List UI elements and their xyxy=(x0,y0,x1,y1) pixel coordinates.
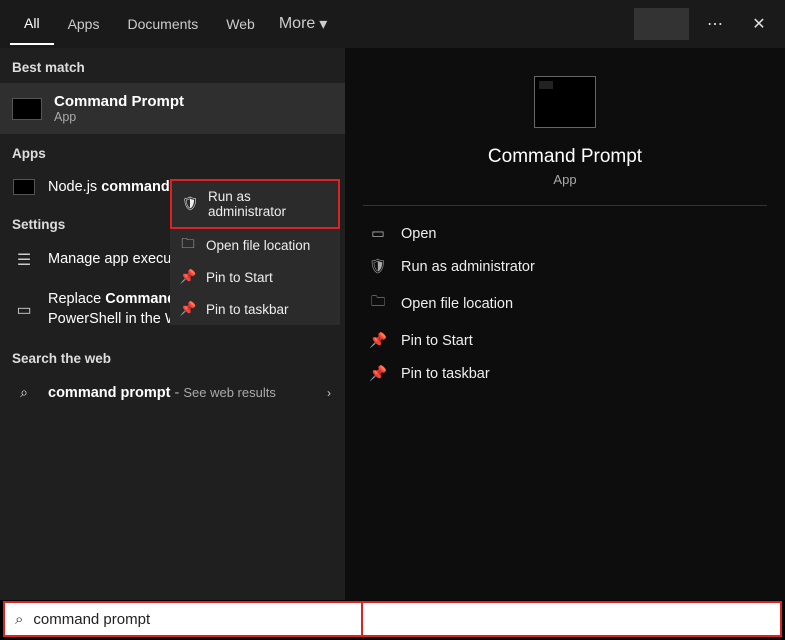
more-options-icon[interactable]: ⋯ xyxy=(697,6,733,42)
web-result[interactable]: ⌕ command prompt - See web results › xyxy=(0,374,345,411)
search-icon: ⌕ xyxy=(15,611,23,628)
tab-all[interactable]: All xyxy=(10,3,54,45)
command-prompt-icon xyxy=(13,179,35,195)
command-prompt-icon xyxy=(12,98,42,120)
ctx-label: Run as administrator xyxy=(208,189,328,219)
pin-icon: 📌 xyxy=(369,365,387,382)
ctx-pin-to-start[interactable]: 📌 Pin to Start xyxy=(170,261,340,293)
search-bar[interactable]: ⌕ xyxy=(3,601,782,637)
best-match-sub: App xyxy=(54,110,184,124)
action-open-file-location[interactable]: 🗀 Open file location xyxy=(363,283,767,324)
action-label: Run as administrator xyxy=(401,259,535,275)
action-label: Pin to Start xyxy=(401,333,473,349)
section-apps: Apps xyxy=(0,134,345,169)
best-match-title: Command Prompt xyxy=(54,93,184,110)
tab-more-label: More xyxy=(279,15,315,33)
chevron-down-icon: ▾ xyxy=(319,14,327,34)
settings-list-icon: ☰ xyxy=(17,250,31,270)
section-best-match: Best match xyxy=(0,48,345,83)
action-label: Open xyxy=(401,226,436,242)
folder-icon: 🗀 xyxy=(369,291,387,316)
shield-icon: 🛡 xyxy=(182,196,198,212)
preview-title: Command Prompt xyxy=(488,146,642,168)
search-icon: ⌕ xyxy=(20,384,28,401)
ctx-run-as-admin[interactable]: 🛡 Run as administrator xyxy=(170,179,340,229)
section-web: Search the web xyxy=(0,339,345,374)
pin-icon: 📌 xyxy=(369,332,387,349)
folder-icon: 🗀 xyxy=(180,237,196,253)
search-input[interactable] xyxy=(33,611,770,628)
ctx-label: Open file location xyxy=(206,238,310,253)
settings-window-icon: ▭ xyxy=(16,300,31,320)
ctx-label: Pin to Start xyxy=(206,270,273,285)
ctx-label: Pin to taskbar xyxy=(206,302,289,317)
context-menu: 🛡 Run as administrator 🗀 Open file locat… xyxy=(170,179,340,325)
action-pin-to-taskbar[interactable]: 📌 Pin to taskbar xyxy=(363,357,767,390)
open-icon: ▭ xyxy=(369,226,387,242)
action-label: Pin to taskbar xyxy=(401,366,490,382)
close-icon[interactable]: ✕ xyxy=(741,6,777,42)
tab-web[interactable]: Web xyxy=(212,4,269,44)
account-button[interactable] xyxy=(634,8,689,40)
tab-more[interactable]: More ▾ xyxy=(269,2,337,46)
action-pin-to-start[interactable]: 📌 Pin to Start xyxy=(363,324,767,357)
ctx-open-file-location[interactable]: 🗀 Open file location xyxy=(170,229,340,261)
best-match-result[interactable]: Command Prompt App xyxy=(0,83,345,134)
top-tab-bar: All Apps Documents Web More ▾ ⋯ ✕ xyxy=(0,0,785,48)
tab-apps[interactable]: Apps xyxy=(54,4,114,44)
pin-icon: 📌 xyxy=(180,301,196,317)
pin-icon: 📌 xyxy=(180,269,196,285)
shield-icon: 🛡 xyxy=(369,258,387,275)
preview-panel: Command Prompt App ▭ Open 🛡 Run as admin… xyxy=(345,48,785,600)
action-open[interactable]: ▭ Open xyxy=(363,218,767,250)
chevron-right-icon: › xyxy=(327,386,331,400)
preview-sub: App xyxy=(553,172,576,187)
action-run-as-admin[interactable]: 🛡 Run as administrator xyxy=(363,250,767,283)
action-label: Open file location xyxy=(401,296,513,312)
ctx-pin-to-taskbar[interactable]: 📌 Pin to taskbar xyxy=(170,293,340,325)
results-panel: Best match Command Prompt App Apps Node.… xyxy=(0,48,345,600)
command-prompt-icon xyxy=(534,76,596,128)
web-result-label: command prompt - See web results xyxy=(48,385,333,401)
tab-documents[interactable]: Documents xyxy=(113,4,212,44)
